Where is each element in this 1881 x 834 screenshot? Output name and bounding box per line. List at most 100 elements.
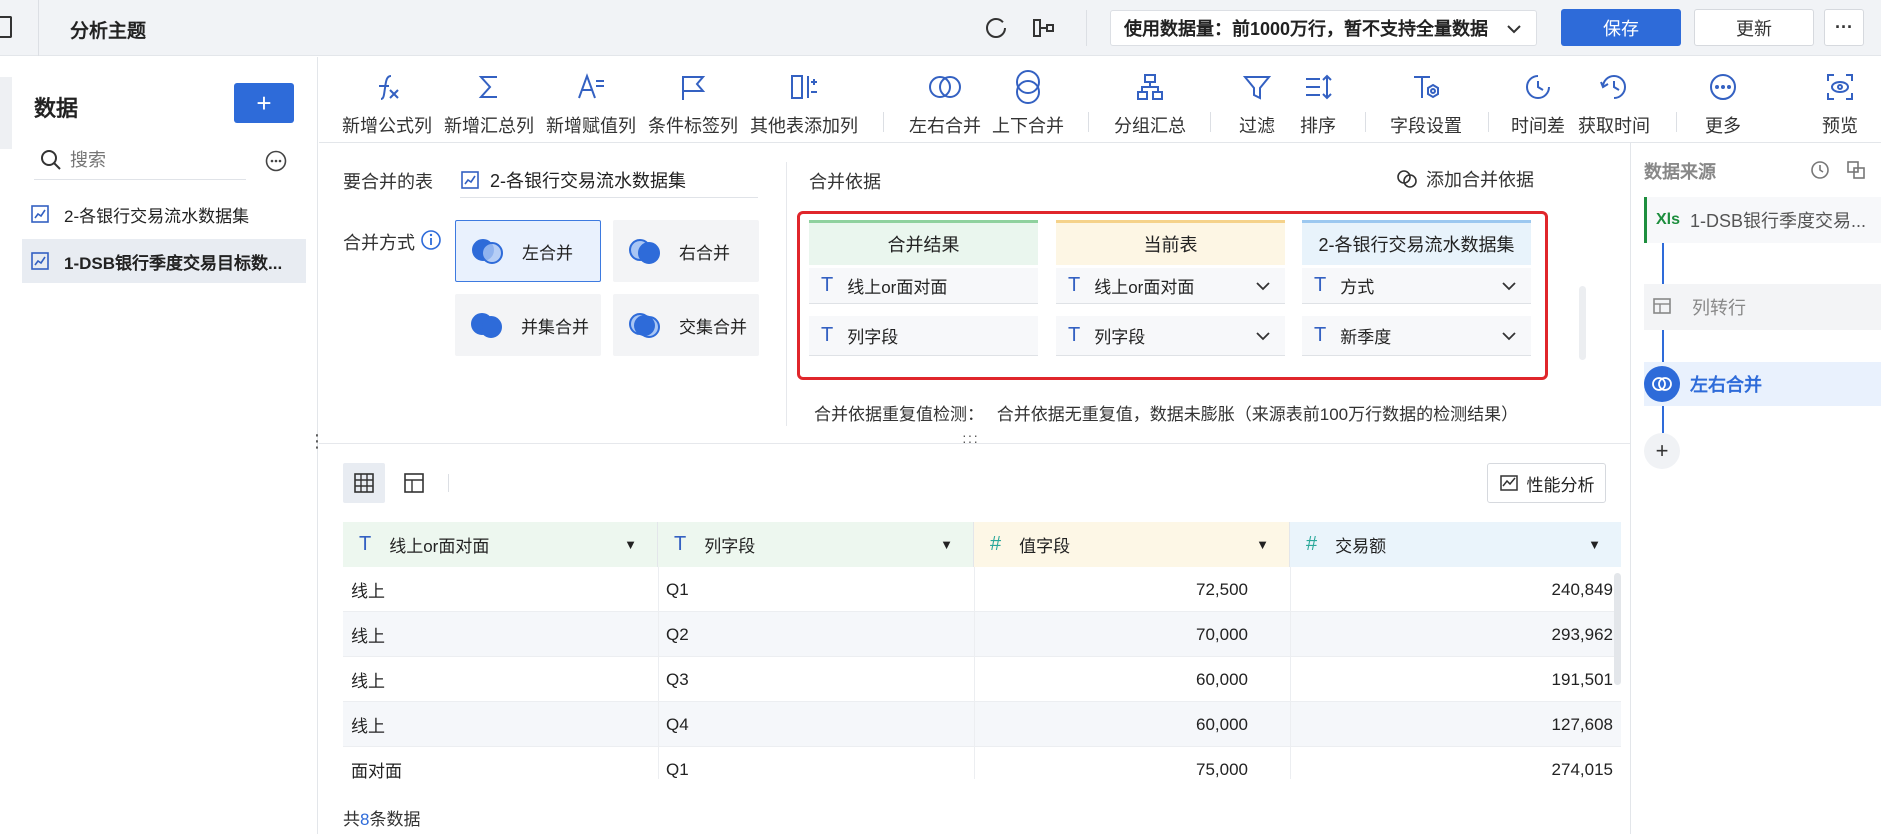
vertical-merge-button[interactable]: 上下合并 (983, 62, 1073, 140)
tool-label: 新增赋值列 (546, 116, 636, 136)
cell: Q1 (666, 579, 689, 599)
info-icon[interactable] (420, 229, 442, 251)
basis-current-select[interactable]: T 线上or面对面 (1056, 268, 1285, 304)
basis-scrollbar[interactable] (1579, 286, 1586, 360)
merge-table-label: 要合并的表 (343, 172, 433, 192)
data-usage-select[interactable]: 使用数据量：前1000万行，暂不支持全量数据 (1110, 10, 1537, 46)
union-merge-option[interactable]: 并集合并 (455, 294, 601, 356)
merge-method-label: 合并方式 (343, 233, 415, 253)
table-row[interactable]: 线上 Q1 72,500 240,849 (343, 567, 1621, 612)
add-summary-column-button[interactable]: 新增汇总列 (443, 62, 535, 140)
basis-header-source: 2-各银行交易流水数据集 (1302, 220, 1531, 265)
unpivot-icon (1653, 298, 1671, 314)
cell: Q3 (666, 669, 689, 689)
merge-table-select[interactable]: 2-各银行交易流水数据集 (460, 162, 758, 198)
flow-source-node[interactable]: Xls 1-DSB银行季度交易... (1644, 197, 1881, 243)
performance-analysis-button[interactable]: 性能分析 (1487, 463, 1606, 503)
sort-dropdown-icon[interactable]: ▼ (1256, 537, 1269, 552)
field-settings-button[interactable]: 字段设置 (1380, 62, 1472, 140)
cell: 线上 (351, 717, 385, 736)
sort-button[interactable]: 排序 (1283, 62, 1353, 140)
basis-source-select[interactable]: T 新季度 (1302, 316, 1531, 356)
right-merge-option[interactable]: 右合并 (613, 220, 759, 282)
table-row[interactable]: 线上 Q2 70,000 293,962 (343, 612, 1621, 657)
page-title: 分析主题 (70, 21, 147, 42)
sort-dropdown-icon[interactable]: ▼ (624, 537, 637, 552)
conditional-label-button[interactable]: 条件标签列 (647, 62, 739, 140)
sort-dropdown-icon[interactable]: ▼ (940, 537, 953, 552)
add-column-icon (791, 75, 817, 99)
get-time-button[interactable]: 获取时间 (1568, 62, 1660, 140)
collapse-icon[interactable] (0, 16, 12, 38)
column-label: 值字段 (1019, 537, 1071, 556)
grid-view-button[interactable] (343, 463, 385, 503)
text-type-icon: T (821, 324, 834, 346)
tool-label: 更多 (1705, 116, 1741, 136)
more-button[interactable]: ··· (1824, 9, 1864, 46)
flow-step-label: 左右合并 (1690, 375, 1762, 395)
update-button[interactable]: 更新 (1694, 9, 1814, 46)
column-header[interactable]: # 交易额 ▼ (1290, 522, 1621, 567)
tool-label: 新增汇总列 (444, 116, 534, 136)
filter-button[interactable]: 过滤 (1222, 62, 1292, 140)
tool-label: 左右合并 (909, 116, 981, 136)
flow-step-unpivot[interactable]: 列转行 (1644, 284, 1881, 330)
intersect-join-icon (629, 313, 660, 338)
text-type-icon: T (1314, 274, 1327, 296)
basis-source-select[interactable]: T 方式 (1302, 268, 1531, 304)
basis-current-select[interactable]: T 列字段 (1056, 316, 1285, 356)
search-icon (41, 150, 61, 170)
basis-header-current: 当前表 (1056, 220, 1285, 265)
lineage-icon[interactable] (1032, 16, 1056, 40)
add-column-from-table-button[interactable]: 其他表添加列 (749, 62, 859, 140)
refresh-icon[interactable] (984, 16, 1008, 40)
dataset-icon (31, 205, 49, 223)
field-label: 线上or面对面 (847, 278, 948, 297)
save-button[interactable]: 保存 (1561, 9, 1681, 46)
merge-step-icon (1644, 366, 1680, 402)
history-icon[interactable] (1809, 159, 1831, 181)
row-count: 共8条数据 (343, 805, 420, 830)
left-merge-option[interactable]: 左合并 (455, 220, 601, 282)
tool-label: 预览 (1822, 116, 1858, 136)
panel-resize-handle[interactable]: ··· ··· (962, 428, 979, 448)
column-header[interactable]: T 列字段 ▼ (658, 522, 974, 567)
more-options-icon[interactable] (265, 150, 287, 172)
add-merge-basis-button[interactable]: 添加合并依据 (1396, 166, 1534, 192)
add-assign-column-button[interactable]: 新增赋值列 (545, 62, 637, 140)
table-row[interactable]: 线上 Q4 60,000 127,608 (343, 702, 1621, 747)
horizontal-merge-button[interactable]: 左右合并 (900, 62, 990, 140)
add-data-button[interactable]: + (234, 83, 294, 123)
add-step-button[interactable]: + (1644, 433, 1680, 469)
table-row[interactable]: 线上 Q3 60,000 191,501 (343, 657, 1621, 702)
flow-step-merge[interactable]: 左右合并 (1644, 362, 1881, 406)
group-summary-button[interactable]: 分组汇总 (1104, 62, 1196, 140)
add-formula-column-button[interactable]: 新增公式列 (341, 62, 433, 140)
performance-analysis-label: 性能分析 (1526, 475, 1595, 495)
column-header[interactable]: # 值字段 ▼ (974, 522, 1290, 567)
layout-view-button[interactable] (393, 463, 435, 503)
tool-label: 字段设置 (1390, 116, 1462, 136)
chevron-down-icon (1502, 281, 1516, 290)
sidebar-item[interactable]: 2-各银行交易流水数据集 (22, 193, 306, 235)
tool-label: 获取时间 (1578, 116, 1650, 136)
text-type-icon: T (1068, 324, 1081, 346)
column-header[interactable]: T 线上or面对面 ▼ (343, 522, 658, 567)
table-row[interactable]: 面对面 Q1 75,000 274,015 (343, 747, 1621, 779)
sort-dropdown-icon[interactable]: ▼ (1588, 537, 1601, 552)
sidebar-item-selected[interactable]: 1-DSB银行季度交易目标数... (22, 239, 306, 283)
field-label: 方式 (1340, 278, 1375, 297)
preview-button[interactable]: 预览 (1806, 62, 1874, 140)
grid-scrollbar[interactable] (1614, 573, 1621, 685)
cell: 线上 (351, 582, 385, 601)
horizontal-merge-icon (929, 76, 961, 98)
row-count-prefix: 共 (343, 810, 360, 829)
intersect-merge-option[interactable]: 交集合并 (613, 294, 759, 356)
export-icon[interactable] (1845, 159, 1867, 181)
more-tools-button[interactable]: 更多 (1689, 62, 1757, 140)
time-diff-button[interactable]: 时间差 (1503, 62, 1573, 140)
search-input[interactable] (70, 145, 240, 175)
dataset-icon (31, 252, 49, 270)
column-label: 列字段 (704, 537, 756, 556)
cell: Q4 (666, 714, 689, 734)
